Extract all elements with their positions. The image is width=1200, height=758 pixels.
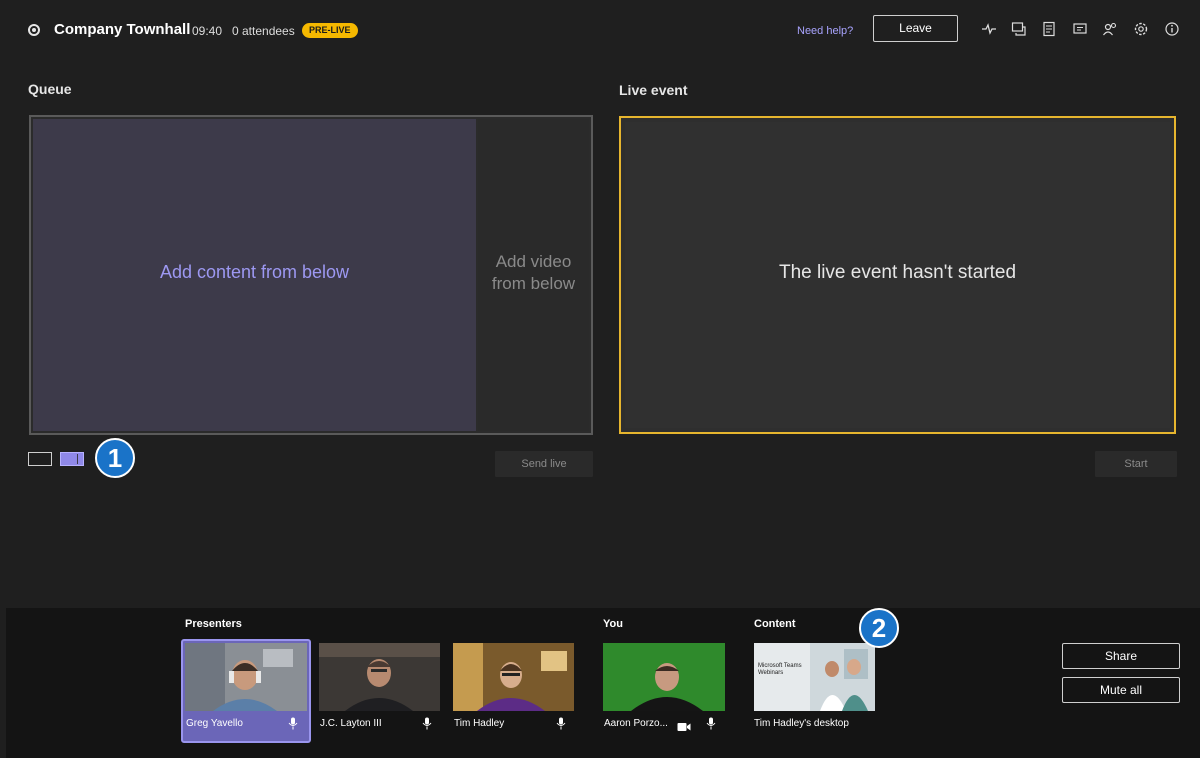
self-video-thumbnail[interactable]	[603, 643, 725, 711]
callout-badge-2: 2	[859, 608, 899, 648]
people-icon[interactable]	[1102, 21, 1118, 37]
video-thumbnail	[185, 643, 307, 711]
live-event-label: Live event	[619, 82, 688, 98]
microphone-icon[interactable]	[288, 717, 298, 730]
info-icon[interactable]	[1164, 21, 1180, 37]
queue-video-placeholder: Add video from below	[491, 252, 576, 293]
need-help-link[interactable]: Need help?	[797, 25, 853, 37]
mute-all-button[interactable]: Mute all	[1062, 677, 1180, 703]
record-indicator-icon	[28, 24, 40, 36]
microphone-icon[interactable]	[422, 717, 432, 730]
pre-live-badge: PRE-LIVE	[302, 23, 358, 38]
queue-content-placeholder: Add content from below	[159, 262, 350, 282]
callout-badge-1: 1	[95, 438, 135, 478]
queue-label: Queue	[28, 81, 72, 97]
content-label: Content	[754, 618, 796, 630]
camera-icon[interactable]	[677, 719, 691, 731]
start-button[interactable]: Start	[1095, 451, 1177, 477]
video-thumbnail[interactable]	[319, 643, 440, 711]
video-thumbnail[interactable]	[453, 643, 574, 711]
leave-button[interactable]: Leave	[873, 15, 958, 42]
presenter-name: J.C. Layton III	[320, 718, 382, 729]
split-layout-button[interactable]	[60, 452, 84, 466]
presenter-name: Tim Hadley	[454, 718, 505, 729]
content-name: Tim Hadley's desktop	[754, 718, 849, 729]
notes-icon[interactable]	[1041, 21, 1057, 37]
content-share-thumbnail[interactable]	[754, 643, 875, 711]
event-time: 09:40	[192, 24, 223, 38]
self-name: Aaron Porzo...	[604, 718, 668, 729]
you-label: You	[603, 618, 623, 630]
event-title: Company Townhall	[54, 21, 191, 38]
slide-text: Microsoft Teams Webinars	[758, 663, 802, 676]
microphone-icon[interactable]	[706, 717, 716, 730]
presenter-name: Greg Yavello	[186, 718, 243, 729]
chat-icon[interactable]	[1011, 21, 1027, 37]
pulse-icon[interactable]	[981, 21, 997, 37]
send-live-button[interactable]: Send live	[495, 451, 593, 477]
live-status-text: The live event hasn't started	[778, 262, 1017, 283]
presenters-label: Presenters	[185, 618, 242, 630]
single-layout-button[interactable]	[28, 452, 52, 466]
microphone-icon[interactable]	[556, 717, 566, 730]
settings-icon[interactable]	[1133, 21, 1149, 37]
attendee-count: 0 attendees	[232, 24, 295, 38]
share-button[interactable]: Share	[1062, 643, 1180, 669]
qa-icon[interactable]	[1072, 21, 1088, 37]
